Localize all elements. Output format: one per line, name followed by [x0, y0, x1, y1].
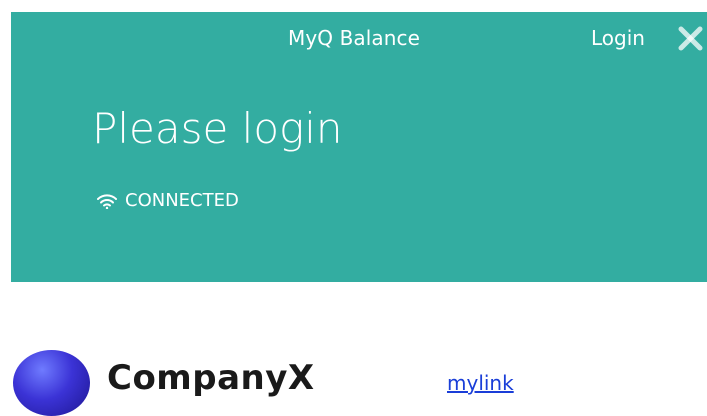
- status-text: CONNECTED: [125, 190, 239, 211]
- close-icon[interactable]: [674, 22, 707, 55]
- login-button[interactable]: Login: [591, 26, 645, 50]
- mylink-link[interactable]: mylink: [447, 371, 514, 395]
- page-title: Please login: [92, 104, 343, 153]
- app-title: MyQ Balance: [288, 26, 421, 50]
- logo-sphere-icon: [13, 350, 90, 416]
- company-logo: CompanyX: [13, 350, 314, 416]
- logo-text: CompanyX: [107, 358, 315, 398]
- wifi-icon: [97, 193, 117, 209]
- header-panel: MyQ Balance Login Please login CONNECTED: [11, 12, 707, 282]
- connection-status: CONNECTED: [97, 190, 239, 211]
